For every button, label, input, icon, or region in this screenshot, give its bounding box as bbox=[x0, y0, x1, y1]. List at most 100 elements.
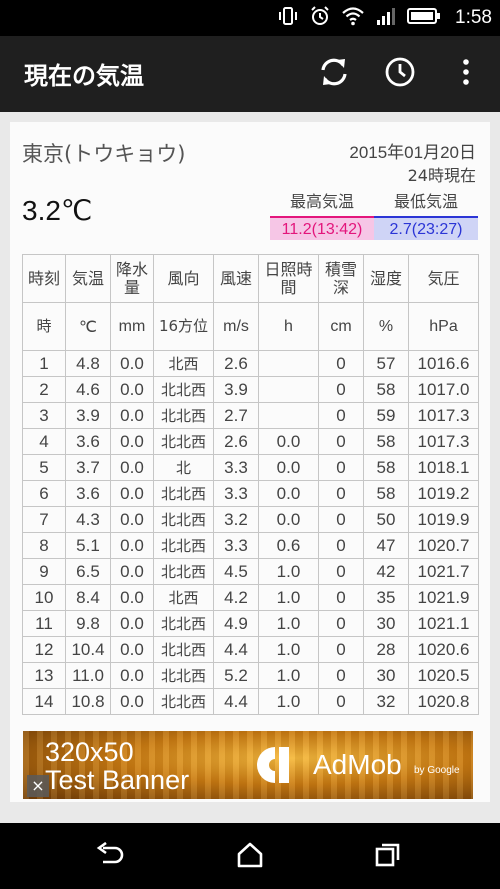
unit-snow: cm bbox=[318, 302, 364, 351]
cell-time: 6 bbox=[22, 480, 66, 507]
cell-precip: 0.0 bbox=[110, 584, 154, 611]
alarm-icon bbox=[309, 5, 331, 31]
cell-wind-dir: 北北西 bbox=[153, 532, 214, 559]
max-temp-label: 最高気温 bbox=[289, 192, 354, 211]
cell-wind-speed: 2.6 bbox=[213, 428, 259, 455]
cell-sunshine bbox=[258, 376, 319, 403]
as-of-date: 2015年01月20日 bbox=[349, 143, 476, 162]
cell-time: 5 bbox=[22, 454, 66, 481]
page-title: 現在の気温 bbox=[24, 62, 144, 90]
current-temperature: 3.2℃ bbox=[22, 195, 93, 226]
refresh-button[interactable] bbox=[316, 56, 352, 92]
unit-wind-dir: 16方位 bbox=[153, 302, 214, 351]
cell-sunshine: 1.0 bbox=[258, 688, 319, 715]
cell-snow: 0 bbox=[318, 688, 364, 715]
hourly-table-container[interactable]: 時刻 気温 降水量 風向 風速 日照時間 積雪深 湿度 気圧 時 ℃ mm 16… bbox=[22, 254, 479, 715]
cell-temp: 4.8 bbox=[65, 350, 111, 377]
header-row: 時刻 気温 降水量 風向 風速 日照時間 積雪深 湿度 気圧 bbox=[22, 254, 479, 303]
cell-snow: 0 bbox=[318, 636, 364, 663]
cell-wind-dir: 北北西 bbox=[153, 662, 214, 689]
cell-sunshine: 1.0 bbox=[258, 558, 319, 585]
cell-wind-dir: 北北西 bbox=[153, 428, 214, 455]
cell-sunshine bbox=[258, 350, 319, 377]
cell-time: 10 bbox=[22, 584, 66, 611]
cell-sunshine: 1.0 bbox=[258, 610, 319, 637]
cell-pressure: 1021.9 bbox=[408, 584, 479, 611]
cell-wind-speed: 2.7 bbox=[213, 402, 259, 429]
temperature-extremes: 最高気温 最低気温 11.2(13:42) 2.7(23:27) bbox=[270, 188, 478, 240]
overflow-menu-icon bbox=[461, 58, 471, 90]
cell-temp: 4.3 bbox=[65, 506, 111, 533]
status-time: 1:58 bbox=[455, 7, 492, 28]
unit-row: 時 ℃ mm 16方位 m/s h cm % hPa bbox=[22, 302, 479, 351]
cell-temp: 4.6 bbox=[65, 376, 111, 403]
cell-snow: 0 bbox=[318, 662, 364, 689]
cell-time: 1 bbox=[22, 350, 66, 377]
ad-close-button[interactable]: × bbox=[27, 775, 49, 797]
cell-temp: 11.0 bbox=[65, 662, 111, 689]
table-row: 6 3.6 0.0 北北西 3.3 0.0 0 58 1019.2 bbox=[22, 480, 479, 507]
cell-temp: 9.8 bbox=[65, 610, 111, 637]
cell-humidity: 35 bbox=[363, 584, 409, 611]
cell-precip: 0.0 bbox=[110, 558, 154, 585]
cell-pressure: 1018.1 bbox=[408, 454, 479, 481]
battery-icon bbox=[407, 5, 441, 31]
cell-humidity: 32 bbox=[363, 688, 409, 715]
cell-precip: 0.0 bbox=[110, 610, 154, 637]
location-name: 東京(トウキョウ) bbox=[22, 142, 186, 166]
recents-button[interactable] bbox=[370, 839, 406, 875]
min-temp-label: 最低気温 bbox=[393, 192, 458, 211]
cell-wind-speed: 3.9 bbox=[213, 376, 259, 403]
cell-precip: 0.0 bbox=[110, 376, 154, 403]
cell-humidity: 28 bbox=[363, 636, 409, 663]
cell-time: 7 bbox=[22, 506, 66, 533]
col-header-humidity: 湿度 bbox=[363, 254, 409, 303]
cell-pressure: 1017.3 bbox=[408, 428, 479, 455]
cell-snow: 0 bbox=[318, 454, 364, 481]
cell-snow: 0 bbox=[318, 558, 364, 585]
cell-precip: 0.0 bbox=[110, 480, 154, 507]
table-row: 10 8.4 0.0 北西 4.2 1.0 0 35 1021.9 bbox=[22, 584, 479, 611]
back-button[interactable] bbox=[92, 839, 128, 875]
by-google-text: by Google bbox=[414, 765, 460, 776]
cell-wind-speed: 4.4 bbox=[213, 688, 259, 715]
col-header-precip: 降水量 bbox=[110, 254, 154, 303]
admob-brand-text: AdMob bbox=[313, 749, 402, 780]
cell-sunshine: 0.0 bbox=[258, 454, 319, 481]
table-row: 5 3.7 0.0 北 3.3 0.0 0 58 1018.1 bbox=[22, 454, 479, 481]
cell-pressure: 1017.0 bbox=[408, 376, 479, 403]
cell-wind-dir: 北北西 bbox=[153, 610, 214, 637]
cell-humidity: 58 bbox=[363, 480, 409, 507]
cell-pressure: 1021.1 bbox=[408, 610, 479, 637]
cell-wind-speed: 3.3 bbox=[213, 532, 259, 559]
home-button[interactable] bbox=[232, 839, 268, 875]
cell-snow: 0 bbox=[318, 610, 364, 637]
cell-humidity: 58 bbox=[363, 454, 409, 481]
signal-icon bbox=[375, 5, 397, 31]
cell-wind-speed: 4.2 bbox=[213, 584, 259, 611]
table-row: 4 3.6 0.0 北北西 2.6 0.0 0 58 1017.3 bbox=[22, 428, 479, 455]
cell-pressure: 1016.6 bbox=[408, 350, 479, 377]
cell-sunshine: 0.0 bbox=[258, 480, 319, 507]
ad-banner[interactable]: 320x50 Test Banner AdMob by Google × bbox=[23, 731, 473, 799]
cell-humidity: 57 bbox=[363, 350, 409, 377]
navigation-bar bbox=[0, 823, 500, 889]
unit-time: 時 bbox=[22, 302, 66, 351]
cell-time: 11 bbox=[22, 610, 66, 637]
cell-time: 13 bbox=[22, 662, 66, 689]
overflow-menu-button[interactable] bbox=[448, 56, 484, 92]
cell-time: 2 bbox=[22, 376, 66, 403]
cell-snow: 0 bbox=[318, 402, 364, 429]
cell-wind-speed: 4.4 bbox=[213, 636, 259, 663]
cell-humidity: 58 bbox=[363, 376, 409, 403]
cell-temp: 3.7 bbox=[65, 454, 111, 481]
col-header-snow: 積雪深 bbox=[318, 254, 364, 303]
refresh-icon bbox=[317, 55, 351, 93]
cell-precip: 0.0 bbox=[110, 454, 154, 481]
cell-precip: 0.0 bbox=[110, 506, 154, 533]
ad-test-text: Test Banner bbox=[45, 765, 190, 795]
table-row: 13 11.0 0.0 北北西 5.2 1.0 0 30 1020.5 bbox=[22, 662, 479, 689]
cell-wind-speed: 3.2 bbox=[213, 506, 259, 533]
cell-precip: 0.0 bbox=[110, 532, 154, 559]
history-button[interactable] bbox=[382, 56, 418, 92]
